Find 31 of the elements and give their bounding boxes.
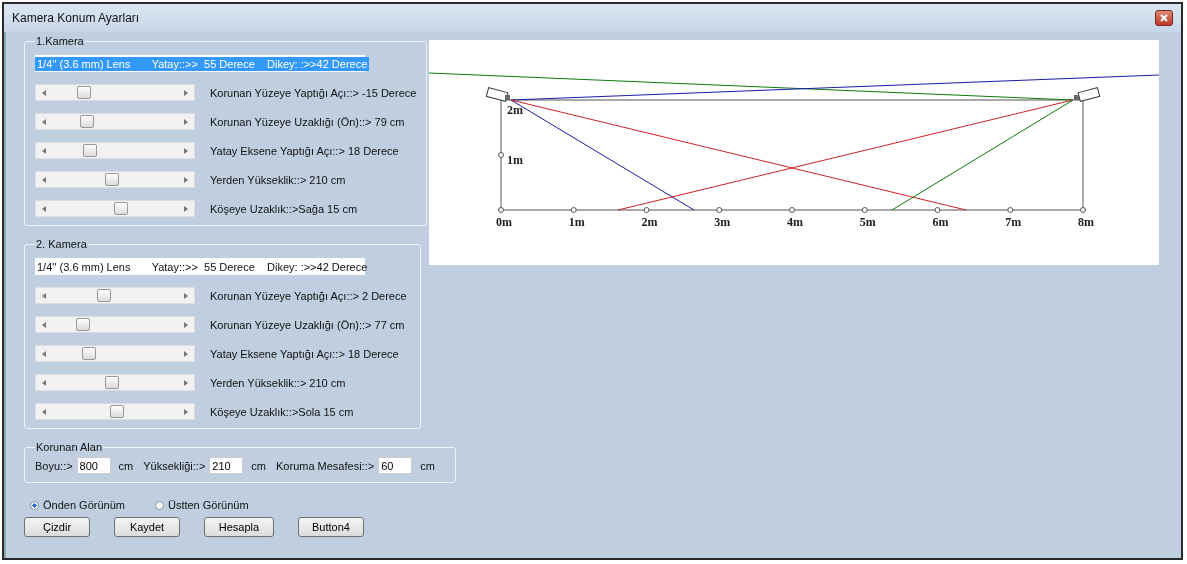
slider-label: Korunan Yüzeye Yaptığı Açı::> -15 Derece: [210, 86, 417, 99]
axis-label: 5m: [859, 215, 876, 229]
axis-label: 3m: [714, 215, 731, 229]
axis-label: 1m: [568, 215, 585, 229]
unit-label: cm: [251, 459, 266, 472]
axis-label: 6m: [932, 215, 949, 229]
slider-label: Yerden Yükseklik::> 210 cm: [210, 376, 346, 389]
axis-label: 0m: [496, 215, 512, 229]
unit-label: cm: [420, 459, 435, 472]
slider-label: Korunan Yüzeye Uzaklığı (Ön)::> 79 cm: [210, 115, 405, 128]
field-label: Koruma Mesafesi::>: [276, 459, 375, 472]
unit-label: cm: [118, 459, 134, 472]
axis-label: 2m: [641, 215, 658, 229]
slider-label: Yerden Yükseklik::> 210 cm: [210, 173, 346, 186]
field-label: Yüksekliği::>: [143, 459, 206, 472]
axis-label: 2m: [507, 103, 523, 117]
window-title: Kamera Konum Ayarları: [12, 11, 140, 25]
slider-label: Yatay Eksene Yaptığı Açı::> 18 Derece: [210, 144, 399, 157]
group-title: Korunan Alan: [35, 441, 104, 453]
group-title: 1.Kamera: [35, 35, 85, 47]
slider-label: Korunan Yüzeye Yaptığı Açı::> 2 Derece: [210, 289, 407, 302]
axis-label: 8m: [1078, 215, 1094, 229]
slider-label: Köşeye Uzaklık::>Sola 15 cm: [210, 405, 354, 418]
axis-label: 4m: [787, 215, 803, 229]
slider-label: Korunan Yüzeye Uzaklığı (Ön)::> 77 cm: [210, 318, 405, 331]
slider-label: Köşeye Uzaklık::>Sağa 15 cm: [210, 202, 358, 215]
axis-label: 7m: [1005, 215, 1022, 229]
field-label: Boyu::>: [35, 459, 73, 472]
slider-label: Yatay Eksene Yaptığı Açı::> 18 Derece: [210, 347, 399, 360]
axis-label: 1m: [507, 153, 523, 167]
group-title: 2. Kamera: [35, 238, 88, 250]
